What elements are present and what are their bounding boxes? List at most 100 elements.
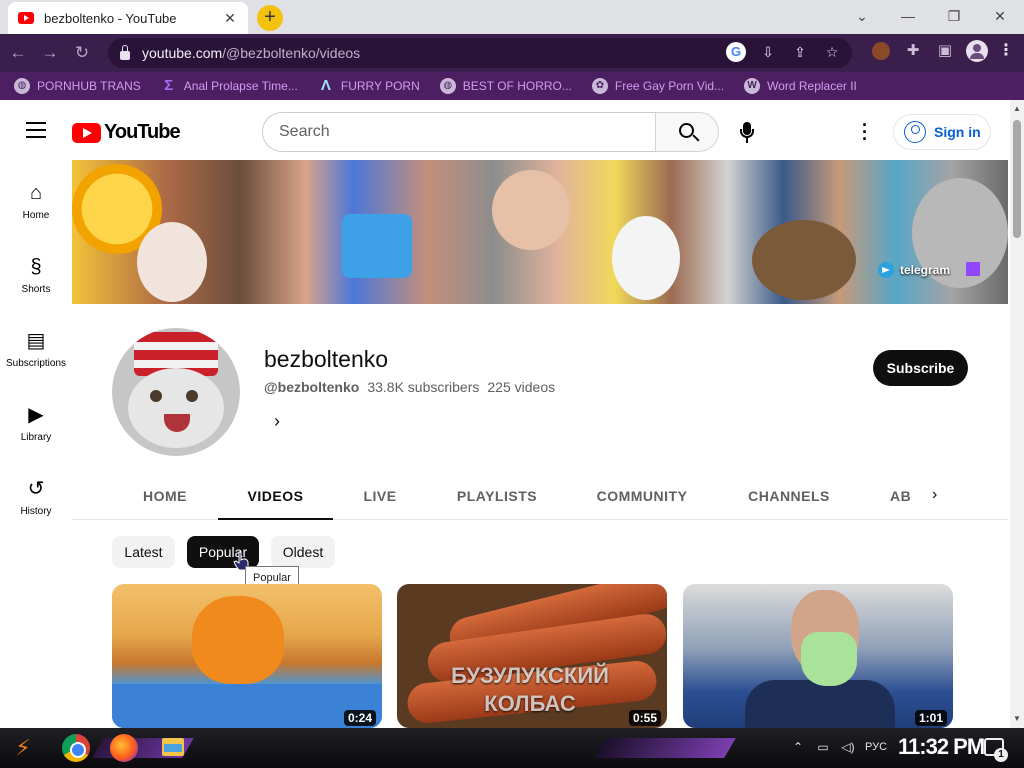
language-indicator[interactable]: РУС [865, 739, 887, 755]
back-arrow-icon[interactable]: ← [4, 39, 32, 67]
guide-item-shorts[interactable]: § Shorts [0, 255, 72, 295]
wr-icon: W [744, 78, 761, 94]
tab-close-icon[interactable]: ✕ [222, 10, 238, 27]
lock-icon[interactable] [120, 45, 130, 60]
tabs-scroll-right-icon[interactable]: › [932, 486, 952, 506]
tab-strip: bezboltenko - YouTube ✕ + ⌄ — ❐ ✕ [0, 0, 1024, 34]
video-thumbnail[interactable]: БУЗУЛУКСКИЙ КОЛБАС 0:55 [397, 584, 667, 728]
guide-item-home[interactable]: ⌂ Home [0, 181, 72, 221]
telegram-icon [877, 262, 894, 278]
bookmark-item[interactable]: W Word Replacer II [744, 78, 857, 94]
bookmark-star-icon[interactable]: ☆ [822, 42, 842, 62]
gear-icon: ✿ [591, 78, 608, 94]
browser-tab[interactable]: bezboltenko - YouTube ✕ [8, 2, 248, 34]
page-scrollbar[interactable]: ▲ ▼ [1010, 100, 1024, 728]
extension-avatar-icon[interactable] [870, 40, 892, 62]
tray-expand-icon[interactable]: ⌃ [790, 739, 806, 755]
bookmark-item[interactable]: Λ FURRY PORN [318, 78, 420, 94]
youtube-logo[interactable]: YouTube [72, 121, 181, 144]
tab-community[interactable]: COMMUNITY [582, 472, 702, 520]
man-face-image [492, 170, 570, 250]
thumbnail-caption-line1: БУЗУЛУКСКИЙ [451, 663, 609, 688]
chip-latest[interactable]: Latest [112, 536, 175, 568]
minimize-button[interactable]: — [896, 4, 920, 28]
firefox-taskbar-icon[interactable] [110, 734, 138, 762]
tab-videos[interactable]: VIDEOS [218, 472, 333, 520]
url-host: youtube.com [142, 45, 223, 61]
tab-home[interactable]: HOME [128, 472, 202, 520]
browser-menu-icon[interactable]: ⋮ [998, 40, 1014, 62]
side-panel-icon[interactable]: ▣ [934, 40, 956, 62]
restore-button[interactable]: ❐ [942, 4, 966, 28]
extensions-puzzle-icon[interactable]: ✚ [902, 40, 924, 62]
monkey-face-image [752, 220, 856, 300]
guide-label: Subscriptions [5, 358, 67, 369]
channel-avatar[interactable] [112, 328, 240, 456]
video-duration: 1:01 [914, 710, 947, 726]
start-button-icon[interactable]: ⚡ [8, 733, 38, 763]
library-icon: ▶ [28, 404, 44, 426]
close-window-button[interactable]: ✕ [988, 4, 1012, 28]
google-lens-icon[interactable]: G [726, 42, 746, 62]
account-circle-icon [904, 121, 926, 143]
bookmark-label: Anal Prolapse Time... [183, 79, 298, 93]
profile-avatar-icon[interactable] [966, 40, 988, 62]
scroll-thumb[interactable] [1013, 120, 1021, 238]
twitch-icon[interactable] [966, 262, 980, 276]
bookmark-item[interactable]: ✿ Free Gay Porn Vid... [591, 78, 724, 94]
more-about-chevron-icon[interactable]: › [274, 411, 290, 431]
video-thumbnail[interactable]: 0:24 [112, 584, 382, 728]
tab-search-icon[interactable]: ⌄ [850, 4, 874, 28]
bookmark-item[interactable]: ◍ BEST OF HORRO... [439, 78, 572, 94]
chrome-taskbar-icon[interactable] [62, 734, 90, 762]
bookmark-label: FURRY PORN [340, 79, 420, 93]
forward-arrow-icon[interactable]: → [36, 39, 64, 67]
search-button[interactable] [655, 112, 719, 152]
network-icon[interactable]: ▭ [815, 739, 831, 755]
sign-in-button[interactable]: Sign in [893, 114, 991, 150]
chef-face-image [137, 222, 207, 302]
volume-icon[interactable]: ◁) [840, 739, 856, 755]
video-thumbnail[interactable]: 1:01 [683, 584, 953, 728]
telegram-label: telegram [899, 263, 950, 277]
chip-oldest[interactable]: Oldest [271, 536, 335, 568]
file-explorer-icon[interactable] [162, 738, 184, 756]
video-count: 225 videos [487, 379, 556, 395]
tab-channels[interactable]: CHANNELS [734, 472, 844, 520]
scroll-down-arrow-icon[interactable]: ▼ [1013, 714, 1021, 723]
reload-icon[interactable]: ↻ [68, 39, 96, 67]
install-app-icon[interactable]: ⇩ [758, 42, 778, 62]
notification-badge: 1 [994, 748, 1008, 762]
share-icon[interactable]: ⇪ [790, 42, 810, 62]
settings-kebab-icon[interactable]: · · · [858, 116, 872, 148]
address-bar[interactable]: youtube.com/@bezboltenko/videos G ⇩ ⇪ ☆ [108, 38, 852, 68]
thumbnail-caption-line2: КОЛБАС [484, 691, 576, 716]
youtube-favicon-icon [18, 12, 34, 24]
voice-search-mic-icon[interactable] [738, 122, 756, 144]
channel-handle: @bezboltenko [264, 379, 360, 395]
guide-label: Shorts [21, 284, 51, 295]
guide-item-subscriptions[interactable]: ▤ Subscriptions [0, 329, 72, 369]
youtube-header: YouTube Search · · · Sign in [0, 100, 1010, 164]
bookmark-s-icon: Σ [164, 77, 174, 94]
bookmark-item[interactable]: ◍ PORNHUB TRANS [14, 78, 141, 94]
video-duration: 0:24 [343, 710, 376, 726]
hamburger-menu-icon[interactable] [26, 122, 46, 138]
subscribe-button[interactable]: Subscribe [873, 350, 968, 386]
guide-item-library[interactable]: ▶ Library [0, 403, 72, 443]
cat-in-hat-image [612, 216, 680, 300]
shorts-icon: § [30, 256, 42, 278]
taskbar-clock[interactable]: 11:32 PM [898, 734, 985, 760]
scroll-up-arrow-icon[interactable]: ▲ [1013, 104, 1021, 113]
bookmark-label: PORNHUB TRANS [37, 79, 141, 93]
channel-meta: @bezboltenko 33.8K subscribers 225 video… [264, 379, 555, 395]
tab-playlists[interactable]: PLAYLISTS [440, 472, 554, 520]
telegram-link[interactable]: telegram [877, 262, 950, 278]
guide-item-history[interactable]: ↺ History [0, 477, 72, 517]
tab-live[interactable]: LIVE [344, 472, 416, 520]
browser-toolbar: ← → ↻ youtube.com/@bezboltenko/videos G … [0, 34, 1024, 72]
bookmark-item[interactable]: Σ Anal Prolapse Time... [161, 78, 298, 94]
search-input[interactable]: Search [262, 112, 656, 152]
tab-about[interactable]: ABOUT [890, 472, 912, 520]
new-tab-button[interactable]: + [257, 5, 283, 31]
